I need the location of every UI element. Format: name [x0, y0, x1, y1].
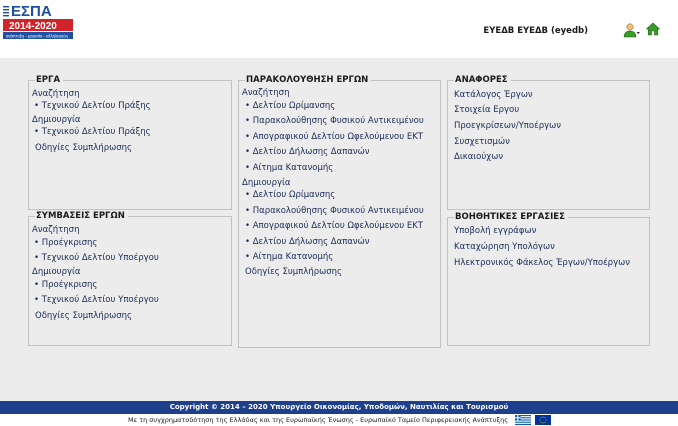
footer-copyright-bar: Copyright © 2014 – 2020 Υπουργείο Οικονο…	[0, 401, 678, 414]
user-name: ΕΥΕΔΒ ΕΥΕΔΒ (eyedb)	[483, 26, 588, 36]
symvaseis-create-subproject-sheet-link[interactable]: Τεχνικού Δελτίου Υποέργου	[34, 295, 159, 305]
parakolouthisi-search-beneficiary-ekt-link[interactable]: Απογραφικού Δελτίου Ωφελούμενου ΕΚΤ	[245, 132, 423, 142]
parakolouthisi-search-label: Αναζήτηση	[242, 88, 290, 98]
anafores-preapprovals-link[interactable]: Προεγκρίσεων/Υποέργων	[454, 121, 561, 131]
symvaseis-search-preapproval-link[interactable]: Προέγκρισης	[34, 238, 98, 248]
panel-anafores: ΑΝΑΦΟΡΕΣ Κατάλογος Έργων Στοιχεία Εργου …	[447, 75, 650, 210]
symvaseis-search-label: Αναζήτηση	[32, 225, 80, 235]
greek-flag-icon	[515, 415, 531, 425]
panel-erga: ΕΡΓΑ Αναζήτηση Τεχνικού Δελτίου Πράξης Δ…	[28, 75, 232, 210]
parakolouthisi-create-allocation-request-link[interactable]: Αίτημα Κατανομής	[245, 252, 334, 262]
voithitikes-electronic-file-link[interactable]: Ηλεκτρονικός Φάκελος Έργων/Υποέργων	[454, 258, 630, 268]
logo-title: ΕΣΠΑ	[11, 3, 52, 20]
home-icon[interactable]	[646, 22, 660, 36]
logo-years: 2014-2020	[9, 21, 57, 32]
parakolouthisi-create-label: Δημιουργία	[242, 178, 291, 188]
panel-title-parakolouthisi: ΠΑΡΑΚΟΛΟΥΘΗΣΗ ΕΡΓΩΝ	[245, 75, 372, 85]
parakolouthisi-help-link[interactable]: Οδηγίες Συμπλήρωσης	[245, 267, 342, 277]
parakolouthisi-search-expense-declaration-link[interactable]: Δελτίου Δήλωσης Δαπανών	[245, 147, 370, 157]
panel-title-anafores: ΑΝΑΦΟΡΕΣ	[454, 75, 511, 85]
symvaseis-create-label: Δημιουργία	[32, 267, 81, 277]
footer-cofunding-bar: Με τη συγχρηματοδότηση της Ελλάδας και τ…	[0, 414, 678, 426]
parakolouthisi-create-beneficiary-ekt-link[interactable]: Απογραφικού Δελτίου Ωφελούμενου ΕΚΤ	[245, 221, 423, 231]
erga-search-label: Αναζήτηση	[32, 89, 80, 99]
espa-logo: ΕΣΠΑ 2014-2020 ανάπτυξη - εργασία - αλλη…	[2, 2, 74, 42]
user-menu-icon[interactable]	[623, 23, 641, 38]
panel-parakolouthisi: ΠΑΡΑΚΟΛΟΥΘΗΣΗ ΕΡΓΩΝ Αναζήτηση Δελτίου Ωρ…	[238, 75, 441, 348]
panel-voithitikes: ΒΟΗΘΗΤΙΚΕΣ ΕΡΓΑΣΙΕΣ Υποβολή εγγράφων Κατ…	[447, 212, 650, 346]
erga-help-link[interactable]: Οδηγίες Συμπλήρωσης	[35, 143, 132, 153]
footer-cofunding-text: Με τη συγχρηματοδότηση της Ελλάδας και τ…	[128, 416, 509, 424]
symvaseis-create-preapproval-link[interactable]: Προέγκρισης	[34, 280, 98, 290]
voithitikes-document-submission-link[interactable]: Υποβολή εγγράφων	[454, 226, 536, 236]
logo-slogan: ανάπτυξη - εργασία - αλληλεγγύη	[6, 34, 68, 39]
symvaseis-help-link[interactable]: Οδηγίες Συμπλήρωσης	[35, 311, 132, 321]
panel-title-erga: ΕΡΓΑ	[35, 75, 64, 85]
parakolouthisi-create-expense-declaration-link[interactable]: Δελτίου Δήλωσης Δαπανών	[245, 237, 370, 247]
anafores-project-details-link[interactable]: Στοιχεία Εργου	[454, 105, 519, 115]
parakolouthisi-search-maturity-link[interactable]: Δελτίου Ωρίμανσης	[245, 101, 336, 111]
anafores-project-catalog-link[interactable]: Κατάλογος Έργων	[454, 90, 533, 100]
erga-create-technical-sheet-link[interactable]: Τεχνικού Δελτίου Πράξης	[34, 127, 151, 137]
panel-title-voithitikes: ΒΟΗΘΗΤΙΚΕΣ ΕΡΓΑΣΙΕΣ	[454, 212, 568, 222]
header: ΕΣΠΑ 2014-2020 ανάπτυξη - εργασία - αλλη…	[0, 0, 678, 58]
footer-copyright: Copyright © 2014 – 2020 Υπουργείο Οικονο…	[169, 403, 509, 411]
parakolouthisi-search-physical-object-link[interactable]: Παρακολούθησης Φυσικού Αντικειμένου	[245, 116, 424, 126]
parakolouthisi-create-maturity-link[interactable]: Δελτίου Ωρίμανσης	[245, 190, 336, 200]
eu-flag-icon	[535, 415, 551, 425]
anafores-correlations-link[interactable]: Συσχετισμών	[454, 137, 510, 147]
erga-create-label: Δημιουργία	[32, 115, 81, 125]
erga-search-technical-sheet-link[interactable]: Τεχνικού Δελτίου Πράξης	[34, 101, 151, 111]
parakolouthisi-create-physical-object-link[interactable]: Παρακολούθησης Φυσικού Αντικειμένου	[245, 206, 424, 216]
panel-title-symvaseis: ΣΥΜΒΑΣΕΙΣ ΕΡΓΩΝ	[35, 211, 128, 221]
parakolouthisi-search-allocation-request-link[interactable]: Αίτημα Κατανομής	[245, 163, 334, 173]
voithitikes-accountables-link[interactable]: Καταχώρηση Υπολόγων	[454, 242, 555, 252]
panel-symvaseis: ΣΥΜΒΑΣΕΙΣ ΕΡΓΩΝ Αναζήτηση Προέγκρισης Τε…	[28, 211, 232, 346]
symvaseis-search-subproject-sheet-link[interactable]: Τεχνικού Δελτίου Υποέργου	[34, 253, 159, 263]
anafores-beneficiaries-link[interactable]: Δικαιούχων	[454, 152, 503, 162]
